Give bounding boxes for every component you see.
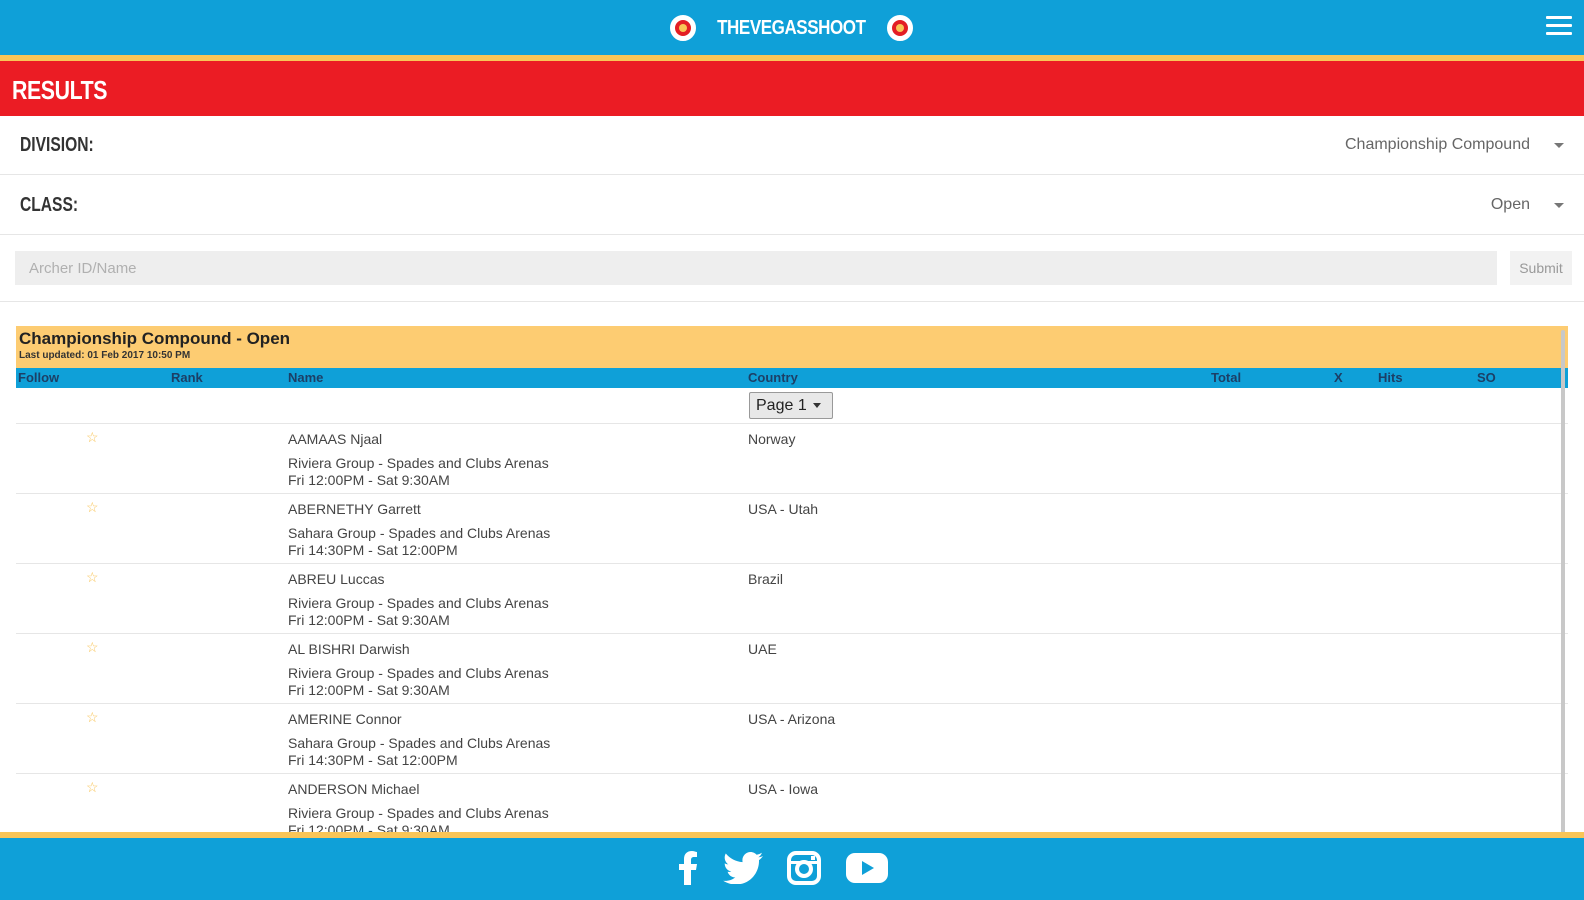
follow-star-icon[interactable]: ☆ — [86, 569, 99, 586]
follow-star-icon[interactable]: ☆ — [86, 639, 99, 656]
division-label: DIVISION: — [20, 134, 94, 156]
archer-name[interactable]: AL BISHRI Darwish — [288, 641, 410, 657]
class-select[interactable]: Open — [1491, 193, 1564, 217]
top-header: THEVEGASSHOOT — [0, 0, 1584, 55]
archer-times: Fri 12:00PM - Sat 9:30AM — [288, 682, 450, 698]
archer-country: USA - Iowa — [748, 781, 819, 797]
archer-times: Fri 14:30PM - Sat 12:00PM — [288, 752, 458, 768]
table-row: ☆ AAMAAS Njaal Riviera Group - Spades an… — [16, 424, 1568, 494]
archer-name[interactable]: ABERNETHY Garrett — [288, 501, 421, 517]
class-value: Open — [1490, 196, 1530, 213]
archer-group: Riviera Group - Spades and Clubs Arenas — [288, 595, 549, 611]
results-bar: RESULTS — [0, 61, 1584, 116]
chevron-down-icon — [1554, 202, 1564, 208]
instagram-icon[interactable] — [782, 846, 826, 890]
results-panel: Championship Compound - Open Last update… — [16, 326, 1568, 841]
table-header: Follow Rank Name Country Total X Hits SO — [16, 368, 1568, 388]
last-updated: Last updated: 01 Feb 2017 10:50 PM — [19, 350, 191, 361]
archer-name[interactable]: AAMAAS Njaal — [288, 431, 382, 447]
follow-star-icon[interactable]: ☆ — [86, 709, 99, 726]
col-total[interactable]: Total — [1211, 370, 1241, 385]
archer-times: Fri 12:00PM - Sat 9:30AM — [288, 472, 450, 488]
chevron-down-icon — [1554, 142, 1564, 148]
archer-name[interactable]: ABREU Luccas — [288, 571, 384, 587]
division-select[interactable]: Championship Compound — [1345, 133, 1564, 157]
brand-logo[interactable]: THEVEGASSHOOT — [670, 12, 913, 44]
col-country[interactable]: Country — [748, 370, 798, 385]
archer-group: Riviera Group - Spades and Clubs Arenas — [288, 455, 549, 471]
table-row: ☆ ANDERSON Michael Riviera Group - Spade… — [16, 774, 1568, 841]
results-title: Championship Compound - Open — [19, 329, 291, 348]
menu-icon[interactable] — [1546, 16, 1572, 38]
archer-country: USA - Arizona — [748, 711, 836, 727]
table-row: ☆ ABREU Luccas Riviera Group - Spades an… — [16, 564, 1568, 634]
division-value: Championship Compound — [1345, 136, 1530, 153]
col-so[interactable]: SO — [1477, 370, 1496, 385]
twitter-icon[interactable] — [721, 846, 765, 890]
col-hits[interactable]: Hits — [1378, 370, 1403, 385]
target-left-icon — [670, 15, 696, 41]
archer-country: USA - Utah — [748, 501, 819, 517]
division-filter-row: DIVISION: Championship Compound — [0, 116, 1584, 175]
table-row: ☆ ABERNETHY Garrett Sahara Group - Spade… — [16, 494, 1568, 564]
page-title: RESULTS — [12, 75, 108, 105]
app-root: THEVEGASSHOOT RESULTS DIVISION: Champion… — [0, 0, 1584, 900]
archer-times: Fri 14:30PM - Sat 12:00PM — [288, 542, 458, 558]
archer-country: Norway — [748, 431, 796, 447]
archer-group: Riviera Group - Spades and Clubs Arenas — [288, 665, 549, 681]
follow-star-icon[interactable]: ☆ — [86, 499, 99, 516]
col-follow[interactable]: Follow — [18, 370, 59, 385]
table-row: ☆ AL BISHRI Darwish Riviera Group - Spad… — [16, 634, 1568, 704]
archer-search-input[interactable] — [15, 251, 1497, 285]
submit-button[interactable]: Submit — [1510, 251, 1572, 285]
page-select[interactable]: Page 1 — [749, 392, 833, 419]
results-header: Championship Compound - Open Last update… — [16, 326, 1568, 368]
archer-times: Fri 12:00PM - Sat 9:30AM — [288, 612, 450, 628]
results-scrollbar[interactable] — [1561, 330, 1565, 835]
footer — [0, 838, 1584, 900]
class-filter-row: CLASS: Open — [0, 176, 1584, 235]
table-row: ☆ AMERINE Connor Sahara Group - Spades a… — [16, 704, 1568, 774]
search-row: Submit — [0, 237, 1584, 302]
archer-group: Sahara Group - Spades and Clubs Arenas — [288, 525, 551, 541]
follow-star-icon[interactable]: ☆ — [86, 429, 99, 446]
archer-name[interactable]: AMERINE Connor — [288, 711, 402, 727]
brand-title: THEVEGASSHOOT — [717, 16, 866, 39]
archer-group: Riviera Group - Spades and Clubs Arenas — [288, 805, 549, 821]
chevron-down-icon — [812, 403, 821, 408]
archer-name[interactable]: ANDERSON Michael — [288, 781, 419, 797]
class-label: CLASS: — [20, 194, 79, 216]
youtube-icon[interactable] — [845, 846, 889, 890]
facebook-icon[interactable] — [666, 846, 710, 890]
col-x[interactable]: X — [1334, 370, 1343, 385]
archer-group: Sahara Group - Spades and Clubs Arenas — [288, 735, 551, 751]
page-select-label: Page 1 — [756, 396, 807, 414]
pager-row: Page 1 — [16, 388, 1568, 424]
col-name[interactable]: Name — [288, 370, 323, 385]
archer-country: Brazil — [748, 571, 784, 587]
col-rank[interactable]: Rank — [171, 370, 203, 385]
archer-country: UAE — [748, 641, 777, 657]
target-right-icon — [886, 15, 913, 41]
follow-star-icon[interactable]: ☆ — [86, 779, 99, 796]
